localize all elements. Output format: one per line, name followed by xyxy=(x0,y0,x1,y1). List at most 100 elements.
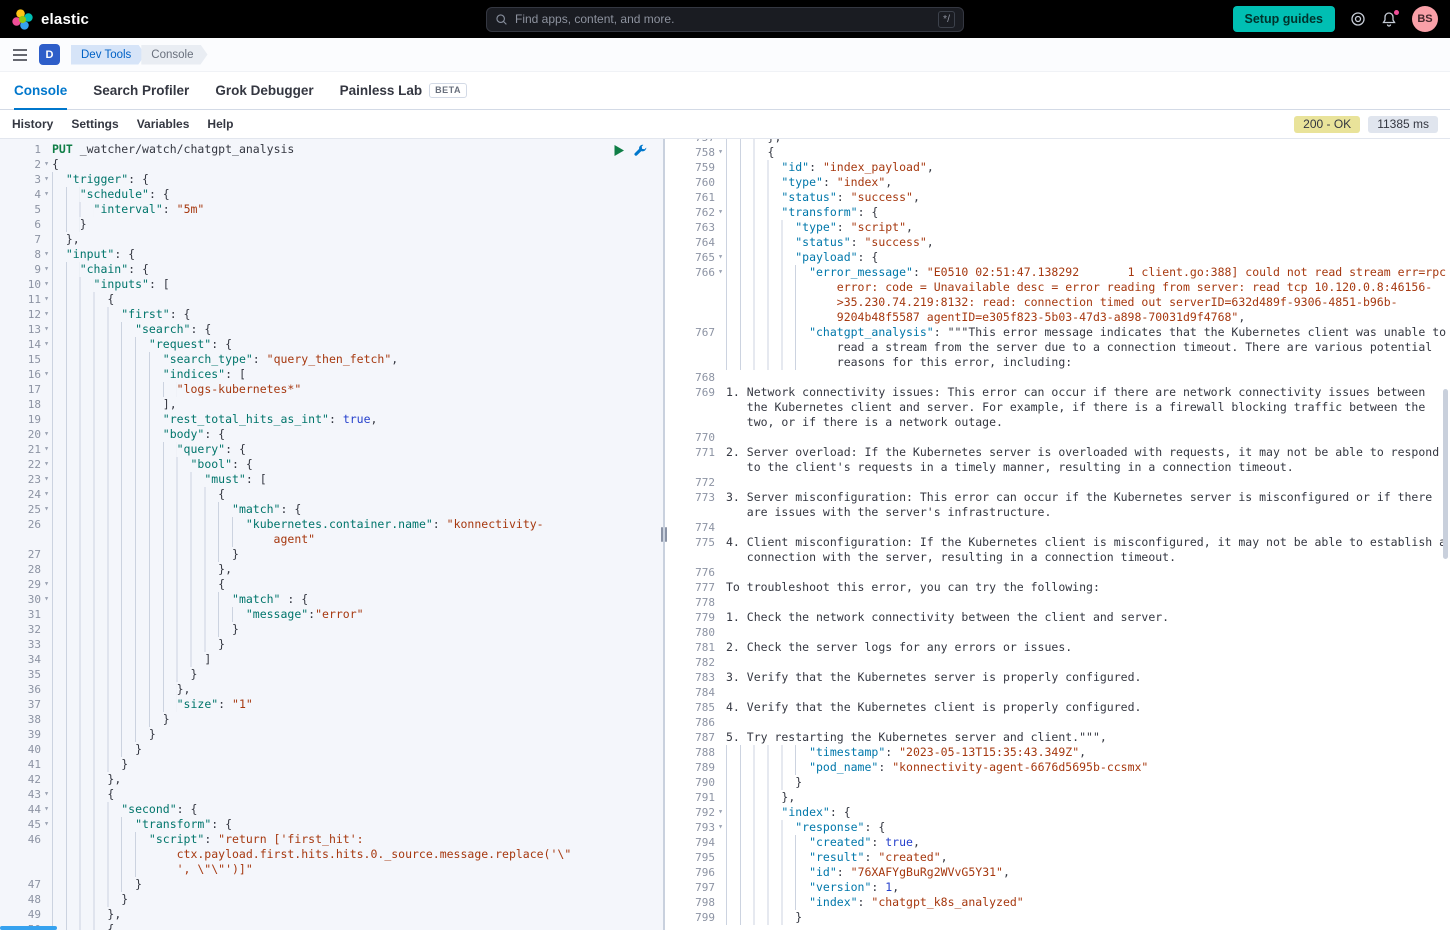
line-number: 33▾ xyxy=(6,637,52,652)
line-number: 758▾ xyxy=(669,145,726,160)
fold-toggle-icon[interactable]: ▾ xyxy=(41,577,52,592)
code-line: 37▾"size": "1" xyxy=(6,697,663,712)
fold-toggle-icon[interactable]: ▾ xyxy=(41,427,52,442)
pane-resizer[interactable] xyxy=(663,139,665,930)
fold-toggle-icon[interactable]: ▾ xyxy=(41,307,52,322)
fold-toggle-icon[interactable]: ▾ xyxy=(41,277,52,292)
fold-toggle-icon[interactable]: ▾ xyxy=(41,472,52,487)
fold-toggle-icon[interactable]: ▾ xyxy=(41,787,52,802)
fold-toggle-icon[interactable]: ▾ xyxy=(715,250,726,265)
line-number: 1▾ xyxy=(6,142,52,157)
code-line: 17▾"logs-kubernetes*" xyxy=(6,382,663,397)
notifications-button[interactable] xyxy=(1381,11,1397,27)
request-pane[interactable]: 1▾PUT _watcher/watch/chatgpt_analysis2▾{… xyxy=(0,139,663,930)
line-number: 769▾ xyxy=(669,385,726,400)
line-number: 796▾ xyxy=(669,865,726,880)
response-time-badge: 11385 ms xyxy=(1368,116,1438,133)
fold-toggle-icon[interactable]: ▾ xyxy=(41,172,52,187)
search-shortcut-hint: */ xyxy=(938,11,955,28)
toolbar-link-settings[interactable]: Settings xyxy=(71,117,118,131)
code-line: 4▾"schedule": { xyxy=(6,187,663,202)
fold-toggle-icon[interactable]: ▾ xyxy=(41,802,52,817)
response-pane[interactable]: 757▾},758▾{759▾"id": "index_payload",760… xyxy=(665,139,1450,930)
menu-icon xyxy=(12,48,28,62)
fold-toggle-icon[interactable]: ▾ xyxy=(41,292,52,307)
fold-toggle-icon[interactable]: ▾ xyxy=(41,592,52,607)
menu-button[interactable] xyxy=(12,48,28,62)
code-line: 784▾ xyxy=(669,685,1450,700)
breadcrumb: Dev Tools Console xyxy=(71,45,208,65)
code-line: 22▾"bool": { xyxy=(6,457,663,472)
code-line: 763▾"type": "script", xyxy=(669,220,1450,235)
code-line: 49▾}, xyxy=(6,907,663,922)
fold-toggle-icon[interactable]: ▾ xyxy=(41,322,52,337)
vertical-scrollbar-thumb[interactable] xyxy=(1443,389,1448,559)
code-line: 42▾}, xyxy=(6,772,663,787)
line-number: 774▾ xyxy=(669,520,726,535)
line-number: 12▾ xyxy=(6,307,52,322)
notification-dot xyxy=(1393,9,1400,16)
wrench-icon xyxy=(634,144,647,157)
fold-toggle-icon[interactable]: ▾ xyxy=(41,157,52,172)
code-line: 792▾"index": { xyxy=(669,805,1450,820)
fold-toggle-icon[interactable]: ▾ xyxy=(41,187,52,202)
code-line: 782▾ xyxy=(669,655,1450,670)
line-number: 4▾ xyxy=(6,187,52,202)
line-number: 26▾ xyxy=(6,517,52,532)
line-number: 798▾ xyxy=(669,895,726,910)
fold-toggle-icon[interactable]: ▾ xyxy=(41,817,52,832)
tab-search-profiler[interactable]: Search Profiler xyxy=(93,72,189,110)
line-number: 784▾ xyxy=(669,685,726,700)
tab-painless-lab[interactable]: Painless LabBETA xyxy=(340,72,467,110)
code-line: 14▾"request": { xyxy=(6,337,663,352)
help-button[interactable] xyxy=(1350,11,1366,27)
code-line: 40▾} xyxy=(6,742,663,757)
fold-toggle-icon[interactable]: ▾ xyxy=(41,457,52,472)
fold-toggle-icon[interactable]: ▾ xyxy=(41,442,52,457)
toolbar-link-help[interactable]: Help xyxy=(207,117,233,131)
fold-toggle-icon[interactable]: ▾ xyxy=(41,502,52,517)
fold-toggle-icon[interactable]: ▾ xyxy=(715,820,726,835)
code-line: 793▾"response": { xyxy=(669,820,1450,835)
code-line: 1▾PUT _watcher/watch/chatgpt_analysis xyxy=(6,142,663,157)
deployment-badge[interactable]: D xyxy=(39,44,60,65)
tab-grok-debugger[interactable]: Grok Debugger xyxy=(215,72,313,110)
code-line: 39▾} xyxy=(6,727,663,742)
fold-toggle-icon[interactable]: ▾ xyxy=(41,262,52,277)
send-request-button[interactable] xyxy=(613,144,625,157)
help-icon xyxy=(1350,11,1366,27)
line-number: 10▾ xyxy=(6,277,52,292)
code-line: 791▾}, xyxy=(669,790,1450,805)
breadcrumb-dev-tools[interactable]: Dev Tools xyxy=(71,45,145,65)
fold-toggle-icon[interactable]: ▾ xyxy=(41,247,52,262)
fold-toggle-icon[interactable]: ▾ xyxy=(715,145,726,160)
user-avatar[interactable]: BS xyxy=(1412,6,1438,32)
elastic-home-link[interactable]: elastic xyxy=(12,9,89,30)
fold-toggle-icon[interactable]: ▾ xyxy=(715,265,726,280)
code-line: 764▾"status": "success", xyxy=(669,235,1450,250)
code-line: 769▾1. Network connectivity issues: This… xyxy=(669,385,1450,430)
horizontal-scrollbar-thumb[interactable] xyxy=(0,926,57,930)
toolbar-link-variables[interactable]: Variables xyxy=(137,117,190,131)
fold-toggle-icon[interactable]: ▾ xyxy=(715,205,726,220)
brand-wordmark: elastic xyxy=(41,11,89,28)
request-options-button[interactable] xyxy=(634,144,647,157)
code-line: 26▾"kubernetes.container.name": "konnect… xyxy=(6,517,663,547)
code-line: 770▾ xyxy=(669,430,1450,445)
code-line: 43▾{ xyxy=(6,787,663,802)
dev-tools-tabs: Console Search Profiler Grok Debugger Painl… xyxy=(0,72,1450,110)
code-line: 16▾"indices": [ xyxy=(6,367,663,382)
toolbar-link-history[interactable]: History xyxy=(12,117,53,131)
search-icon xyxy=(495,13,508,26)
fold-toggle-icon[interactable]: ▾ xyxy=(41,367,52,382)
tab-console[interactable]: Console xyxy=(14,72,67,110)
line-number: 793▾ xyxy=(669,820,726,835)
fold-toggle-icon[interactable]: ▾ xyxy=(41,487,52,502)
line-number: 781▾ xyxy=(669,640,726,655)
global-search-input[interactable]: Find apps, content, and more. */ xyxy=(486,7,964,32)
setup-guides-button[interactable]: Setup guides xyxy=(1233,6,1335,32)
resizer-handle-icon[interactable] xyxy=(660,527,668,542)
line-number: 795▾ xyxy=(669,850,726,865)
fold-toggle-icon[interactable]: ▾ xyxy=(715,805,726,820)
fold-toggle-icon[interactable]: ▾ xyxy=(41,337,52,352)
